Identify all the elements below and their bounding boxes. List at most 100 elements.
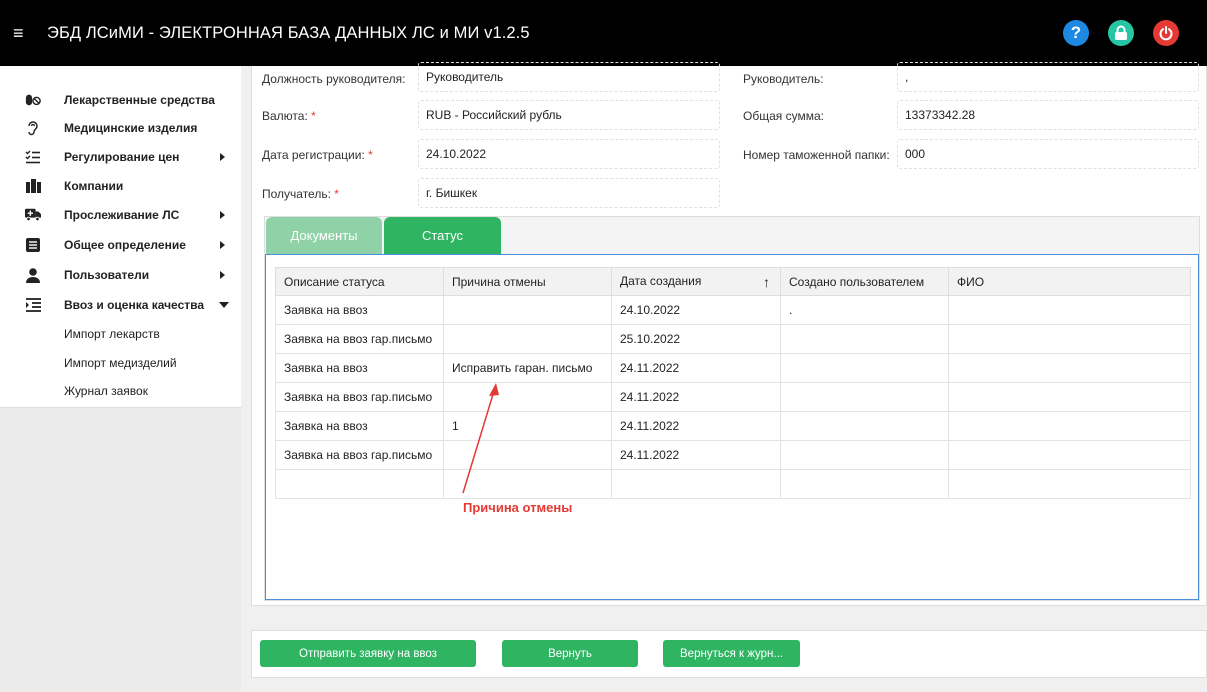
recipient-label-text: Получатель:: [262, 187, 331, 201]
table-header-row: Описание статуса Причина отмены Дата соз…: [275, 267, 1191, 296]
required-mark: *: [368, 148, 373, 162]
table-cell: [948, 324, 1191, 354]
sidebar-item-medical-devices[interactable]: Медицинские изделия: [0, 115, 241, 141]
table-cell: [780, 411, 949, 441]
sidebar-item-price-regulation[interactable]: Регулирование цен: [0, 144, 241, 170]
sort-ascending-icon[interactable]: ↑: [763, 274, 770, 290]
menu-icon[interactable]: ≡: [13, 24, 33, 42]
table-cell: Заявка на ввоз гар.письмо: [275, 382, 444, 412]
recipient-label: Получатель: *: [262, 187, 339, 201]
table-cell: [443, 295, 612, 325]
column-header-full-name[interactable]: ФИО: [948, 267, 1191, 296]
table-cell: [948, 440, 1191, 470]
annotation-arrow: [462, 383, 499, 494]
sidebar-item-label: Лекарственные средства: [64, 93, 215, 107]
table-cell: [443, 324, 612, 354]
table-row[interactable]: Заявка на ввоз Исправить гаран. письмо 2…: [275, 353, 1191, 383]
table-cell: 24.11.2022: [611, 411, 781, 441]
sidebar-item-users[interactable]: Пользователи: [0, 262, 241, 288]
lock-icon[interactable]: [1108, 20, 1134, 46]
customs-label: Номер таможенной папки:: [743, 148, 890, 162]
back-to-journal-button[interactable]: Вернуться к журн...: [663, 640, 800, 667]
table-cell: 24.11.2022: [611, 440, 781, 470]
tabs-container: Документы Статус Описание статуса Причин…: [264, 216, 1200, 601]
table-row[interactable]: Заявка на ввоз 24.10.2022 .: [275, 295, 1191, 325]
chevron-right-icon: [220, 271, 225, 279]
column-header-status-description[interactable]: Описание статуса: [275, 267, 444, 296]
manager-position-value: Руководитель: [426, 70, 504, 84]
sidebar-subitem-import-devices[interactable]: Импорт медизделий: [0, 350, 241, 376]
send-request-button[interactable]: Отправить заявку на ввоз: [260, 640, 476, 667]
reg-date-field[interactable]: 24.10.2022: [418, 139, 720, 169]
total-field[interactable]: 13373342.28: [897, 100, 1199, 130]
table-cell: 24.10.2022: [611, 295, 781, 325]
table-cell: [948, 411, 1191, 441]
status-table: Описание статуса Причина отмены Дата соз…: [275, 267, 1191, 499]
table-cell-empty: [275, 469, 444, 499]
recipient-value: г. Бишкек: [426, 186, 478, 200]
power-icon[interactable]: [1153, 20, 1179, 46]
column-header-label: Дата создания: [620, 273, 702, 288]
ambulance-icon: [25, 207, 41, 223]
table-row[interactable]: Заявка на ввоз гар.письмо 24.11.2022: [275, 440, 1191, 470]
table-cell: Заявка на ввоз: [275, 353, 444, 383]
sidebar-item-general-definition[interactable]: Общее определение: [0, 232, 241, 258]
table-cell-empty: [948, 469, 1191, 499]
tab-status[interactable]: Статус: [384, 217, 501, 254]
table-cell: .: [780, 295, 949, 325]
return-button[interactable]: Вернуть: [502, 640, 638, 667]
sidebar-item-medicines[interactable]: Лекарственные средства: [0, 87, 241, 113]
table-cell: 25.10.2022: [611, 324, 781, 354]
table-cell: 24.11.2022: [611, 353, 781, 383]
help-icon[interactable]: ?: [1063, 20, 1089, 46]
table-cell: [780, 440, 949, 470]
tab-documents[interactable]: Документы: [266, 217, 382, 254]
building-icon: [25, 178, 41, 194]
sidebar-item-import-quality[interactable]: Ввоз и оценка качества: [0, 292, 241, 318]
manager-field[interactable]: ,: [897, 62, 1199, 92]
indent-icon: [25, 297, 41, 313]
sidebar-item-companies[interactable]: Компании: [0, 173, 241, 199]
column-header-created-date[interactable]: Дата создания ↑: [611, 267, 781, 296]
chevron-right-icon: [220, 241, 225, 249]
request-form: Должность руководителя: Руководитель Рук…: [251, 62, 1207, 606]
sidebar-item-label: Регулирование цен: [64, 150, 180, 164]
sidebar-subitem-import-medicines[interactable]: Импорт лекарств: [0, 321, 241, 347]
currency-value: RUB - Российский рубль: [426, 108, 562, 122]
reg-date-label: Дата регистрации: *: [262, 148, 373, 162]
currency-field[interactable]: RUB - Российский рубль: [418, 100, 720, 130]
annotation-label: Причина отмены: [463, 500, 573, 515]
currency-label-text: Валюта:: [262, 109, 308, 123]
customs-field[interactable]: 000: [897, 139, 1199, 169]
sidebar-item-tracking[interactable]: Прослеживание ЛС: [0, 202, 241, 228]
table-cell: Заявка на ввоз: [275, 411, 444, 441]
table-row[interactable]: Заявка на ввоз 1 24.11.2022: [275, 411, 1191, 441]
table-empty-area: [275, 469, 1191, 499]
manager-position-label: Должность руководителя:: [262, 72, 406, 86]
sidebar-item-label: Прослеживание ЛС: [64, 208, 180, 222]
table-cell: Заявка на ввоз гар.письмо: [275, 324, 444, 354]
sidebar-subitem-requests-journal[interactable]: Журнал заявок: [0, 378, 241, 404]
table-cell: [780, 382, 949, 412]
sidebar-item-label: Медицинские изделия: [64, 121, 198, 135]
hearing-icon: [25, 120, 41, 136]
pills-icon: [25, 92, 41, 108]
recipient-field[interactable]: г. Бишкек: [418, 178, 720, 208]
table-cell: Заявка на ввоз гар.письмо: [275, 440, 444, 470]
customs-value: 000: [905, 147, 926, 161]
sidebar-item-label: Компании: [64, 179, 124, 193]
column-header-cancel-reason[interactable]: Причина отмены: [443, 267, 612, 296]
sidebar-subitem-label: Импорт медизделий: [64, 356, 177, 370]
table-row[interactable]: Заявка на ввоз гар.письмо 24.11.2022: [275, 382, 1191, 412]
sidebar-item-label: Пользователи: [64, 268, 150, 282]
status-grid-panel: Описание статуса Причина отмены Дата соз…: [265, 254, 1199, 600]
table-cell: [948, 295, 1191, 325]
table-row[interactable]: Заявка на ввоз гар.письмо 25.10.2022: [275, 324, 1191, 354]
sidebar-subitem-label: Журнал заявок: [64, 384, 148, 398]
sidebar-menu: Лекарственные средства Медицинские издел…: [0, 66, 241, 408]
currency-label: Валюта: *: [262, 109, 316, 123]
table-cell: [948, 382, 1191, 412]
manager-position-field[interactable]: Руководитель: [418, 62, 720, 92]
top-bar: ≡ ЭБД ЛСиМИ - ЭЛЕКТРОННАЯ БАЗА ДАННЫХ ЛС…: [0, 0, 1207, 66]
column-header-created-by[interactable]: Создано пользователем: [780, 267, 949, 296]
